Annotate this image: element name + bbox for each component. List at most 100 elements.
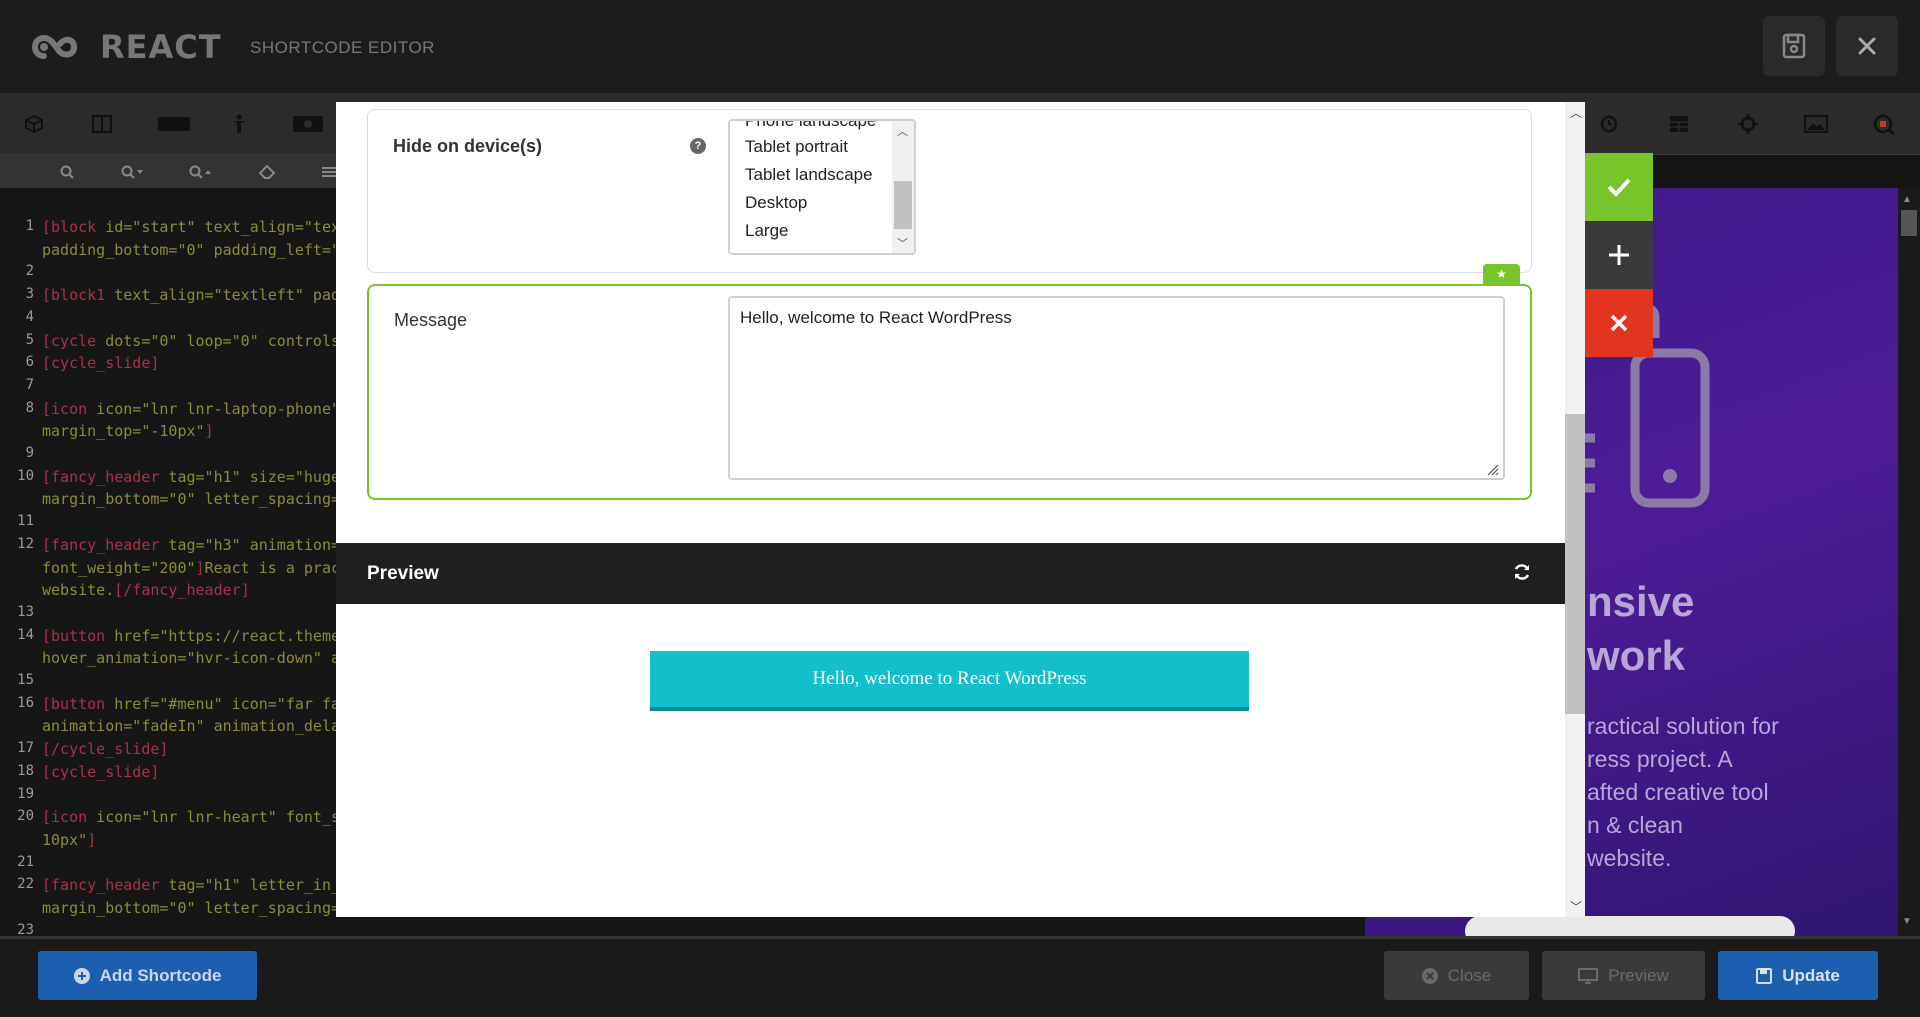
preview-body-line: afted creative tool <box>1587 779 1769 805</box>
person-icon[interactable] <box>222 107 256 141</box>
scroll-thumb[interactable] <box>1901 210 1917 236</box>
star-icon[interactable]: ★ <box>1483 264 1520 284</box>
line-number: 2 <box>25 263 34 280</box>
line-number: 16 <box>17 694 34 711</box>
code-text: [cycle dots="0" loop="0" controls <box>42 331 341 350</box>
app-header: REACT SHORTCODE EDITOR <box>0 0 1920 93</box>
plus-circle-icon <box>73 967 90 984</box>
device-option[interactable]: Phone landscape <box>745 121 876 131</box>
line-number: 18 <box>17 762 34 779</box>
code-text: [block id="start" text_align="tex <box>42 218 341 236</box>
preview-body-line: n & clean <box>1587 812 1683 838</box>
search-prev-icon[interactable] <box>188 162 214 182</box>
code-text: [block1 text_align="textleft" pad <box>42 286 341 305</box>
button-icon[interactable] <box>154 107 194 141</box>
refresh-icon[interactable] <box>1512 562 1532 582</box>
preview-message-button[interactable]: Hello, welcome to React WordPress <box>650 651 1249 711</box>
device-option[interactable]: Tablet landscape <box>745 165 873 185</box>
code-text: [fancy_header tag="h3" animation= <box>42 535 341 554</box>
listbox-scrollbar[interactable]: ︿ ﹀ <box>892 121 914 253</box>
clock-icon[interactable] <box>1592 107 1626 141</box>
line-number: 11 <box>17 513 34 530</box>
line-number: 20 <box>17 808 34 825</box>
line-number: 23 <box>17 921 34 936</box>
preview-body: ractical solution for ress project. A af… <box>1587 710 1779 875</box>
modal-scroll-thumb[interactable] <box>1565 414 1585 714</box>
add-shortcode-label: Add Shortcode <box>99 965 222 985</box>
hide-devices-label: Hide on device(s) <box>393 136 543 156</box>
message-textarea[interactable]: Hello, welcome to React WordPress <box>728 296 1505 480</box>
preview-body-line: ress project. A <box>1587 746 1733 772</box>
help-icon[interactable]: ? <box>690 138 706 154</box>
search-next-icon[interactable] <box>120 162 146 182</box>
line-number: 13 <box>17 603 34 620</box>
preview-scrollbar[interactable]: ▲ ▼ <box>1898 188 1920 936</box>
message-label: Message <box>394 310 468 330</box>
code-text: margin_bottom="0" letter_spacing= <box>42 899 341 917</box>
code-text: [fancy_header tag="h1" size="huge <box>42 467 341 486</box>
preview-label: Preview <box>1608 965 1669 985</box>
line-number: 19 <box>17 785 34 802</box>
preview-body-line: website. <box>1587 845 1672 871</box>
line-number: 6 <box>25 354 34 371</box>
chevron-down-icon[interactable]: ﹀ <box>897 235 908 251</box>
code-text: [button href="#menu" icon="far fa <box>42 694 341 713</box>
device-option[interactable]: Desktop <box>745 193 807 213</box>
logo-icon <box>32 34 78 59</box>
crosshair-icon[interactable] <box>1731 107 1765 141</box>
hide-devices-select[interactable]: Phone landscape Tablet portrait Tablet l… <box>728 119 916 255</box>
code-text: [icon icon="lnr lnr-heart" font_s <box>42 808 341 827</box>
preview-heading-2: work <box>1587 632 1686 679</box>
listbox-scroll-thumb[interactable] <box>894 181 912 229</box>
line-number: 3 <box>25 286 34 303</box>
code-text: hover_animation="hvr-icon-down" a <box>42 649 341 668</box>
table-icon[interactable] <box>1662 107 1696 141</box>
close-button[interactable]: Close <box>1384 951 1529 1000</box>
preview-heading-1: nsive <box>1587 578 1695 625</box>
device-option[interactable]: Large <box>745 221 788 241</box>
add-shortcode-button[interactable]: Add Shortcode <box>38 951 257 1000</box>
line-number: 17 <box>17 740 34 757</box>
chevron-up-icon[interactable]: ︿ <box>1570 104 1582 121</box>
scroll-down-icon[interactable]: ▼ <box>1902 916 1912 927</box>
preview-cta-button[interactable] <box>1465 916 1795 936</box>
search-content-icon[interactable] <box>1867 107 1901 141</box>
columns-icon[interactable] <box>85 107 119 141</box>
discard-button[interactable] <box>1585 289 1653 357</box>
gallery-icon[interactable] <box>1799 107 1833 141</box>
update-label: Update <box>1782 965 1840 985</box>
code-text: [fancy_header tag="h1" letter_in_ <box>42 876 341 895</box>
update-button[interactable]: Update <box>1718 951 1878 1000</box>
code-text: [/cycle_slide] <box>42 740 169 759</box>
editor-title: SHORTCODE EDITOR <box>250 38 435 57</box>
close-editor-button[interactable] <box>1836 16 1898 76</box>
preview-button[interactable]: Preview <box>1542 951 1705 1000</box>
save-button[interactable] <box>1763 16 1825 76</box>
search-icon[interactable] <box>56 162 78 182</box>
scroll-up-icon[interactable]: ▲ <box>1902 194 1912 205</box>
react-logo: REACT <box>30 28 222 66</box>
close-circle-icon <box>1421 967 1438 984</box>
resize-handle-icon[interactable] <box>1485 462 1499 476</box>
close-icon <box>1610 314 1628 332</box>
info-box-icon[interactable] <box>290 107 326 141</box>
line-number: 7 <box>25 376 34 393</box>
code-text: padding_bottom="0" padding_left=" <box>42 240 341 259</box>
code-text: [button href="https://react.theme <box>42 626 341 645</box>
close-label: Close <box>1447 965 1492 985</box>
floppy-icon <box>1782 33 1806 59</box>
line-number: 14 <box>17 626 34 643</box>
chevron-down-icon[interactable]: ﹀ <box>1570 898 1582 915</box>
line-number: 8 <box>25 399 34 416</box>
preview-header: Preview <box>336 543 1565 604</box>
close-icon <box>1858 37 1876 55</box>
check-icon <box>1607 178 1631 197</box>
eraser-icon[interactable] <box>256 162 278 182</box>
add-button[interactable] <box>1585 221 1653 289</box>
chevron-up-icon[interactable]: ︿ <box>897 123 908 139</box>
device-option[interactable]: Tablet portrait <box>745 137 848 157</box>
block-icon[interactable] <box>17 107 51 141</box>
line-number: 1 <box>25 218 34 234</box>
apply-button[interactable] <box>1585 153 1653 221</box>
monitor-icon <box>1578 967 1599 984</box>
